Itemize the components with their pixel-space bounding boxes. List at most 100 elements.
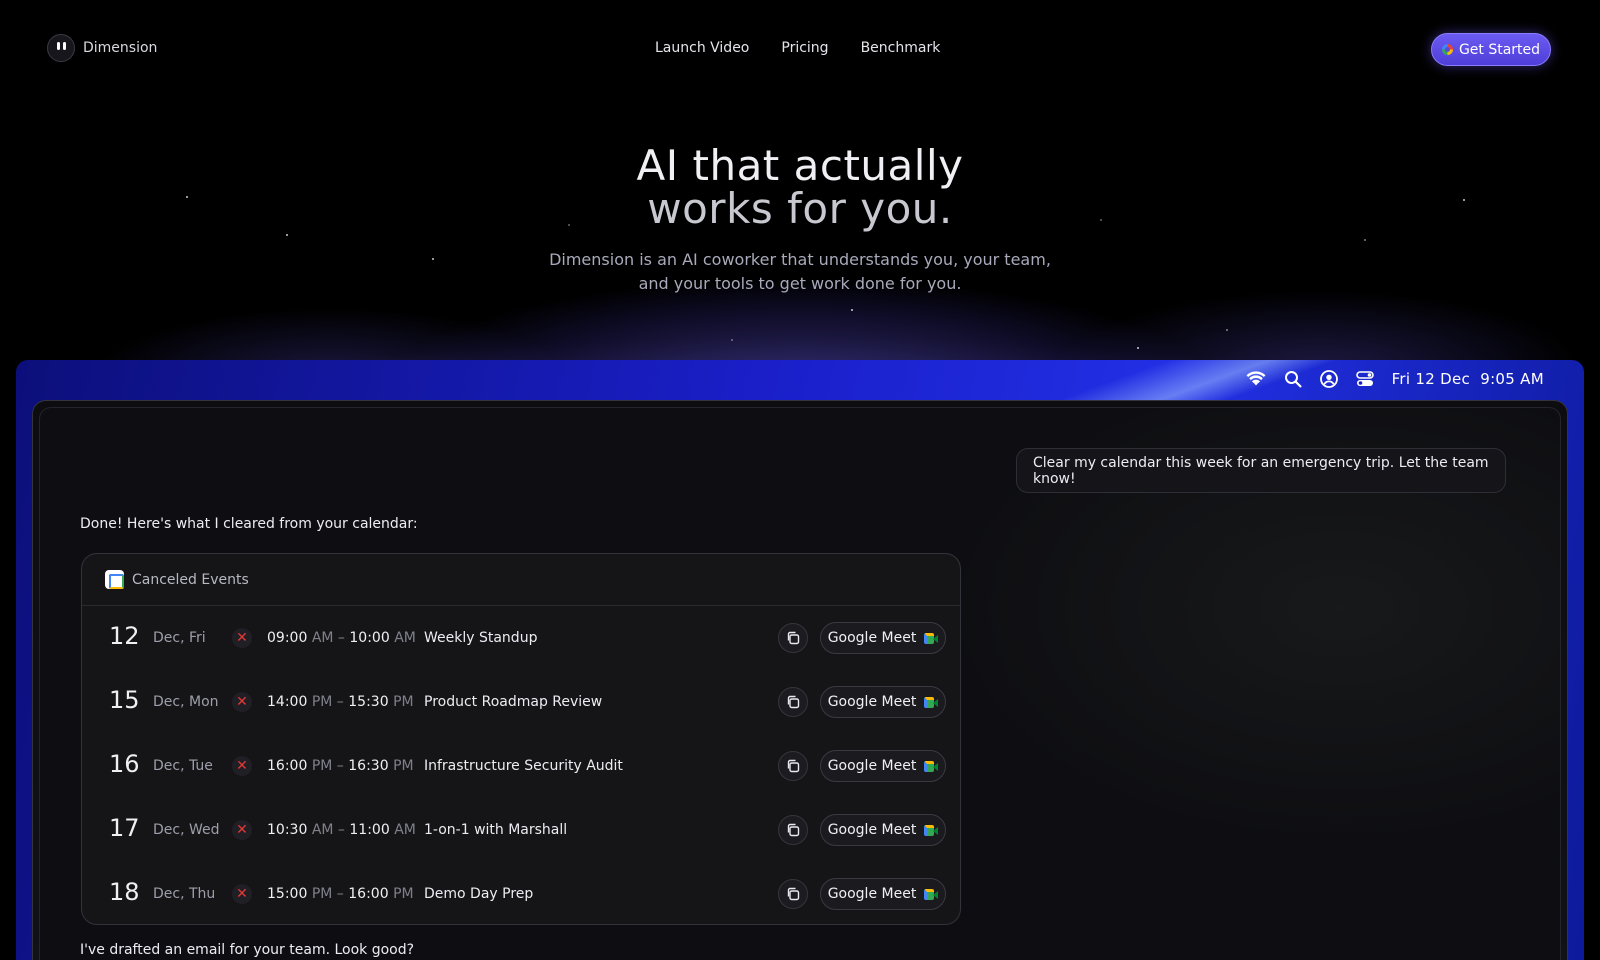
event-end: 15:30 (348, 694, 389, 710)
event-start: 09:00 (267, 630, 308, 646)
event-row: 17 Dec, Wed ✕ 10:30 AM – 11:00 AM 1-on-1… (82, 798, 960, 862)
event-start: 16:00 (267, 758, 308, 774)
control-center-icon[interactable] (1355, 370, 1374, 388)
event-list: 12 Dec, Fri ✕ 09:00 AM – 10:00 AM Weekly… (82, 606, 960, 924)
menu-bar-clock[interactable]: Fri 12 Dec 9:05 AM (1392, 370, 1544, 388)
canceled-x-icon: ✕ (232, 692, 252, 712)
event-weekday: Dec, Thu (153, 886, 216, 902)
event-end-ampm: AM (394, 630, 416, 646)
dimension-logo-icon (47, 34, 75, 62)
google-calendar-icon (105, 570, 124, 589)
event-day: 16 (109, 750, 140, 778)
event-start: 15:00 (267, 886, 308, 902)
device-mockup: Fri 12 Dec 9:05 AM Clear my calendar thi… (16, 360, 1584, 960)
event-end-ampm: PM (393, 886, 414, 902)
google-meet-icon (924, 696, 939, 708)
event-time: 14:00 PM – 15:30 PM (267, 694, 414, 710)
get-started-label: Get Started (1458, 41, 1541, 58)
event-title: Product Roadmap Review (424, 694, 603, 710)
card-title: Canceled Events (132, 571, 249, 588)
hero-title: AI that actually works for you. (0, 144, 1600, 230)
google-meet-button[interactable]: Google Meet (820, 814, 946, 846)
canceled-x-icon: ✕ (232, 884, 252, 904)
nav-link-launch-video[interactable]: Launch Video (655, 40, 749, 56)
nav-link-pricing[interactable]: Pricing (781, 40, 828, 56)
user-icon[interactable] (1319, 370, 1338, 388)
event-time: 10:30 AM – 11:00 AM (267, 822, 416, 838)
google-meet-label: Google Meet (827, 694, 917, 710)
google-meet-label: Google Meet (827, 630, 917, 646)
event-title: Infrastructure Security Audit (424, 758, 623, 774)
canceled-x-icon: ✕ (232, 628, 252, 648)
event-start: 10:30 (267, 822, 308, 838)
event-row: 15 Dec, Mon ✕ 14:00 PM – 15:30 PM Produc… (82, 670, 960, 734)
canceled-x-icon: ✕ (232, 756, 252, 776)
canceled-events-card: Canceled Events 12 Dec, Fri ✕ 09:00 AM –… (81, 553, 961, 925)
event-start-ampm: AM (311, 822, 334, 838)
copy-icon (787, 631, 800, 645)
event-row: 18 Dec, Thu ✕ 15:00 PM – 16:00 PM Demo D… (82, 862, 960, 924)
menu-bar-time: 9:05 AM (1480, 370, 1544, 388)
event-day: 18 (109, 878, 140, 906)
search-icon[interactable] (1284, 370, 1302, 388)
event-end-ampm: AM (394, 822, 416, 838)
chat-panel: Clear my calendar this week for an emerg… (39, 407, 1561, 960)
event-day: 15 (109, 686, 140, 714)
nav-links: Launch Video Pricing Benchmark (655, 40, 940, 56)
nav-link-benchmark[interactable]: Benchmark (861, 40, 941, 56)
google-meet-button[interactable]: Google Meet (820, 686, 946, 718)
event-weekday: Dec, Fri (153, 630, 206, 646)
google-meet-icon (924, 632, 939, 644)
event-start-ampm: PM (311, 886, 333, 902)
copy-event-button[interactable] (778, 751, 808, 781)
copy-icon (787, 823, 800, 837)
copy-event-button[interactable] (778, 815, 808, 845)
copy-icon (787, 887, 800, 901)
event-title: 1-on-1 with Marshall (424, 822, 568, 838)
event-time: 09:00 AM – 10:00 AM (267, 630, 416, 646)
event-start-ampm: AM (311, 630, 334, 646)
google-meet-button[interactable]: Google Meet (820, 878, 946, 910)
copy-event-button[interactable] (778, 623, 808, 653)
google-meet-label: Google Meet (827, 758, 917, 774)
event-end: 11:00 (349, 822, 390, 838)
event-end-ampm: PM (393, 694, 414, 710)
ai-response-intro: Done! Here's what I cleared from your ca… (80, 516, 418, 532)
get-started-button[interactable]: Get Started (1431, 33, 1551, 66)
event-start: 14:00 (267, 694, 308, 710)
event-weekday: Dec, Tue (153, 758, 213, 774)
canceled-x-icon: ✕ (232, 820, 252, 840)
event-start-ampm: PM (311, 758, 333, 774)
event-row: 16 Dec, Tue ✕ 16:00 PM – 16:30 PM Infras… (82, 734, 960, 798)
copy-event-button[interactable] (778, 879, 808, 909)
menu-bar: Fri 12 Dec 9:05 AM (1246, 368, 1544, 390)
event-start-ampm: PM (311, 694, 333, 710)
event-title: Weekly Standup (424, 630, 538, 646)
brand-name: Dimension (83, 40, 158, 56)
copy-event-button[interactable] (778, 687, 808, 717)
event-end: 16:00 (348, 886, 389, 902)
ai-response-followup: I've drafted an email for your team. Loo… (80, 942, 415, 958)
top-nav: Dimension Launch Video Pricing Benchmark… (0, 0, 1600, 98)
user-message-bubble: Clear my calendar this week for an emerg… (1016, 448, 1506, 493)
copy-icon (787, 695, 800, 709)
event-day: 12 (109, 622, 140, 650)
wifi-icon[interactable] (1246, 371, 1266, 387)
google-meet-icon (924, 824, 939, 836)
event-day: 17 (109, 814, 140, 842)
event-row: 12 Dec, Fri ✕ 09:00 AM – 10:00 AM Weekly… (82, 606, 960, 670)
menu-bar-date: Fri 12 Dec (1391, 370, 1471, 388)
google-meet-label: Google Meet (827, 822, 917, 838)
google-icon (1441, 44, 1453, 55)
event-title: Demo Day Prep (424, 886, 534, 902)
hero-subtitle: Dimension is an AI coworker that underst… (549, 250, 1051, 293)
event-end: 10:00 (349, 630, 390, 646)
brand-logo[interactable]: Dimension (47, 34, 157, 62)
google-meet-button[interactable]: Google Meet (820, 622, 946, 654)
app-window: Clear my calendar this week for an emerg… (32, 400, 1568, 960)
event-time: 15:00 PM – 16:00 PM (267, 886, 414, 902)
copy-icon (787, 759, 800, 773)
event-weekday: Dec, Wed (153, 822, 220, 838)
google-meet-icon (924, 760, 939, 772)
google-meet-button[interactable]: Google Meet (820, 750, 946, 782)
